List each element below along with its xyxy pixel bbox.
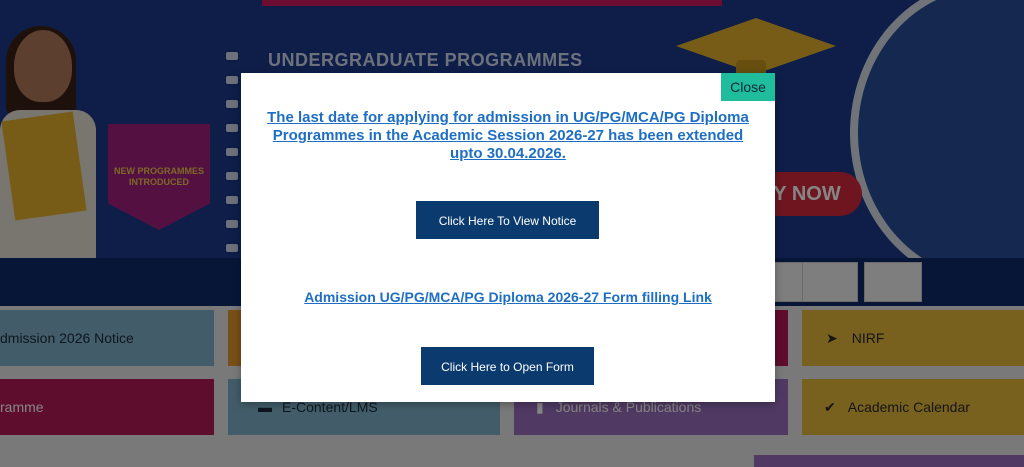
notice-link[interactable]: The last date for applying for admission… xyxy=(261,109,755,163)
admission-modal: Close The last date for applying for adm… xyxy=(241,73,775,402)
close-button[interactable]: Close xyxy=(721,73,775,101)
form-filling-link[interactable]: Admission UG/PG/MCA/PG Diploma 2026-27 F… xyxy=(261,289,755,305)
view-notice-button[interactable]: Click Here To View Notice xyxy=(416,201,599,239)
open-form-button[interactable]: Click Here to Open Form xyxy=(421,347,594,385)
